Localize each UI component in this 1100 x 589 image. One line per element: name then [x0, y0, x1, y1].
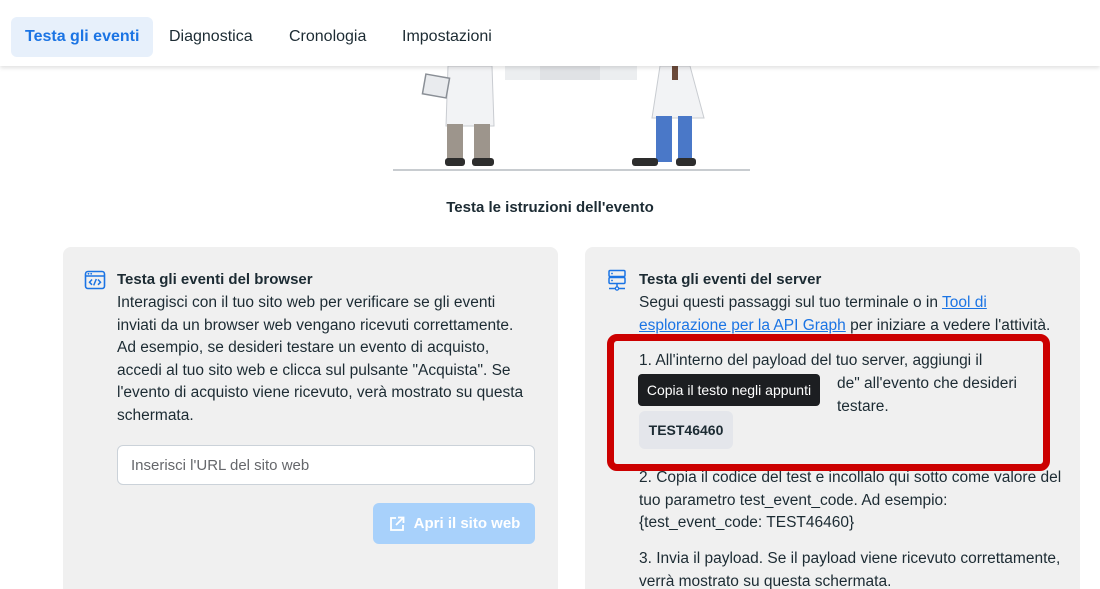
- illustration: [393, 66, 750, 171]
- website-url-input[interactable]: [117, 445, 535, 485]
- server-card-intro: Segui questi passaggi sul tuo terminale …: [639, 292, 1054, 337]
- step-1-line-2: de" all'evento che desideri testare.: [837, 375, 1017, 415]
- external-link-icon: [389, 516, 405, 531]
- test-code-copy-button[interactable]: TEST46460: [639, 411, 733, 449]
- tab-bar: Testa gli eventi Diagnostica Cronologia …: [0, 0, 1100, 66]
- tab-testa-gli-eventi[interactable]: Testa gli eventi: [11, 17, 154, 57]
- step-2: 2. Copia il codice del test e incollalo …: [639, 469, 1062, 532]
- server-card-title: Testa gli eventi del server: [639, 271, 822, 288]
- instructions-title: Testa le istruzioni dell'evento: [446, 199, 654, 216]
- code-window-icon: [84, 270, 106, 290]
- server-icon: [608, 269, 626, 291]
- step-1-line-1: 1. All'interno del payload del tuo serve…: [639, 352, 983, 369]
- open-website-label: Apri il sito web: [413, 515, 521, 532]
- open-website-button[interactable]: Apri il sito web: [373, 503, 535, 544]
- intro-text-after: per iniziare a vedere l'attività.: [845, 316, 1051, 334]
- browser-card-description: Interagisci con il tuo sito web per veri…: [117, 294, 524, 424]
- copy-tooltip: Copia il testo negli appunti: [638, 374, 820, 406]
- tab-impostazioni[interactable]: Impostazioni: [388, 17, 506, 57]
- browser-card-title: Testa gli eventi del browser: [117, 271, 313, 288]
- tab-cronologia[interactable]: Cronologia: [275, 17, 380, 57]
- tab-diagnostica[interactable]: Diagnostica: [155, 17, 267, 57]
- step-3: 3. Invia il payload. Se il payload viene…: [639, 550, 1061, 589]
- intro-text-before: Segui questi passaggi sul tuo terminale …: [639, 294, 943, 311]
- browser-events-card: Testa gli eventi del browser Interagisci…: [63, 247, 558, 589]
- server-events-card: Testa gli eventi del server Segui questi…: [585, 247, 1080, 589]
